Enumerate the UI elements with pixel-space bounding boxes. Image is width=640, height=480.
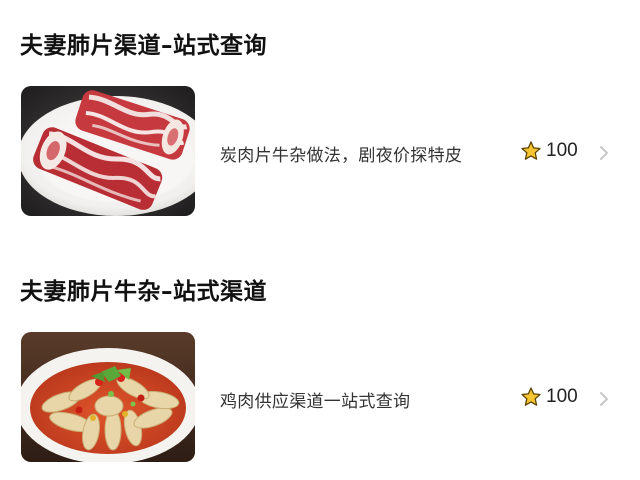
sliced-beef-image [21,86,195,216]
chicken-feet-image [21,332,195,462]
section-title: 夫妻肺片渠道–站式查询 [20,33,267,59]
chevron-right-icon[interactable] [598,391,610,407]
chevron-right-icon[interactable] [598,145,610,161]
star-icon [521,387,541,406]
list-item[interactable]: 炭肉片牛杂做法，剧夜价探特皮 100 [0,86,640,216]
rating: 100 [520,140,578,162]
food-thumbnail[interactable] [21,86,195,216]
item-description: 鸡肉供应渠道一站式查询 [220,392,411,412]
food-thumbnail[interactable] [21,332,195,462]
rating: 100 [520,386,578,408]
page: 夫妻肺片渠道–站式查询 炭肉片牛杂做法，剧夜价探特皮 100 夫妻肺片牛杂–站式… [0,0,640,480]
rating-value: 100 [546,140,578,161]
item-description: 炭肉片牛杂做法，剧夜价探特皮 [220,146,463,166]
list-item[interactable]: 鸡肉供应渠道一站式查询 100 [0,332,640,462]
star-icon [521,141,541,160]
section-title: 夫妻肺片牛杂–站式渠道 [20,279,267,305]
rating-value: 100 [546,386,578,407]
